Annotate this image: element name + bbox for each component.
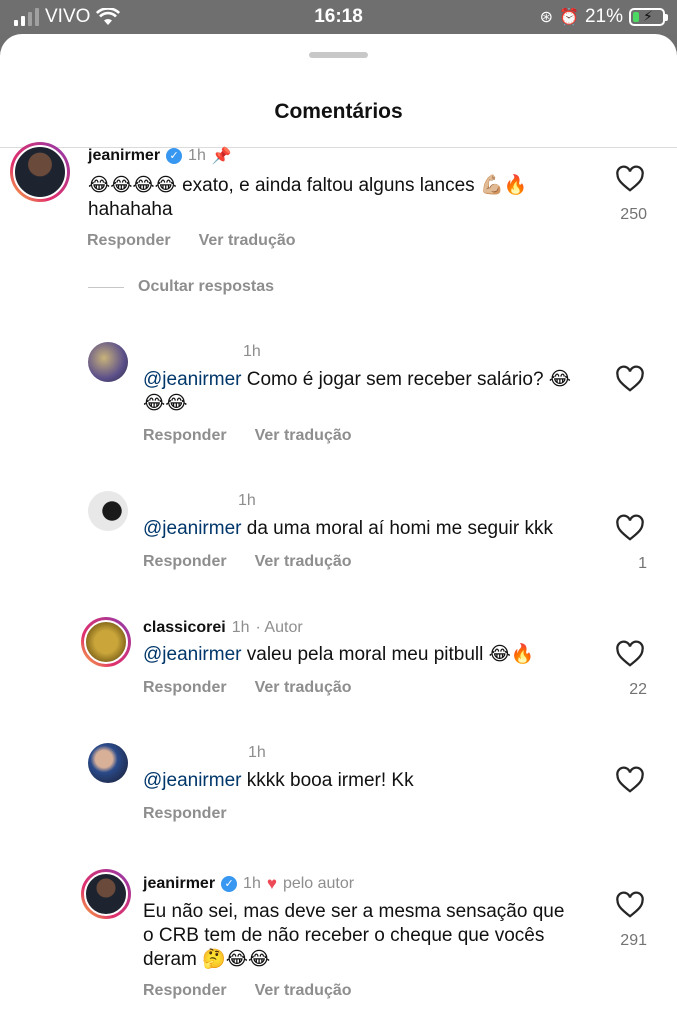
heart-icon[interactable]	[615, 364, 645, 394]
avatar[interactable]	[10, 142, 70, 202]
hide-replies-button[interactable]: Ocultar respostas	[88, 278, 274, 296]
comment-actions: Responder	[143, 805, 227, 823]
comment-body: valeu pela moral meu pitbull 😂🔥	[241, 644, 535, 665]
comment-time: 1h	[238, 492, 256, 509]
reply-button[interactable]: Responder	[87, 232, 171, 250]
like-count: 291	[620, 932, 647, 949]
comment-time: 1h	[231, 619, 250, 636]
verified-icon: ✓	[221, 876, 238, 892]
like-count: 1	[638, 555, 647, 572]
heart-icon[interactable]	[615, 639, 645, 669]
comment-meta: 1h	[238, 492, 256, 510]
comment-text: @jeanirmer Como é jogar sem receber salá…	[143, 368, 583, 416]
heart-icon[interactable]	[615, 164, 645, 194]
comment-time: 1h	[243, 875, 261, 892]
avatar[interactable]	[81, 869, 131, 919]
sheet-title: Comentários	[274, 100, 403, 123]
comment-meta: jeanirmer ✓ 1h ♥ pelo autor	[143, 874, 354, 894]
heart-icon[interactable]	[615, 765, 645, 795]
comment-text: 😂😂😂😂 exato, e ainda faltou alguns lances…	[88, 175, 528, 220]
translate-button[interactable]: Ver tradução	[199, 232, 296, 250]
reply-button[interactable]: Responder	[143, 427, 227, 445]
avatar[interactable]	[88, 491, 128, 531]
comment-time: 1h	[248, 744, 266, 761]
comment-actions: Responder Ver tradução	[143, 553, 352, 571]
comment-actions: Responder Ver tradução	[143, 427, 352, 445]
mention-link[interactable]: @jeanirmer	[143, 369, 241, 390]
hide-replies-label: Ocultar respostas	[138, 278, 275, 295]
comment-meta: classicorei 1h · Autor	[143, 619, 303, 637]
comment-time: 1h	[188, 147, 206, 164]
liked-heart-icon: ♥	[266, 874, 277, 893]
comment-time: 1h	[243, 343, 261, 360]
comment-text: @jeanirmer valeu pela moral meu pitbull …	[143, 643, 583, 667]
comment-actions: Responder Ver tradução	[143, 982, 352, 1000]
avatar[interactable]	[81, 617, 131, 667]
comment-body: kkkk booa irmer! Kk	[241, 770, 414, 791]
heart-icon[interactable]	[615, 890, 645, 920]
comment-text: @jeanirmer kkkk booa irmer! Kk	[143, 769, 583, 793]
alarm-icon: ⏰	[559, 9, 579, 26]
translate-button[interactable]: Ver tradução	[255, 679, 352, 697]
reply-button[interactable]: Responder	[143, 982, 227, 1000]
reply-button[interactable]: Responder	[143, 805, 227, 823]
rotation-lock-icon: ⊛	[539, 9, 554, 26]
username[interactable]: classicorei	[143, 619, 226, 637]
battery-percent: 21%	[584, 6, 623, 27]
avatar[interactable]	[88, 342, 128, 382]
divider-line	[88, 286, 124, 288]
username[interactable]: jeanirmer	[88, 147, 160, 165]
sheet-grabber[interactable]	[309, 52, 368, 58]
mention-link[interactable]: @jeanirmer	[143, 770, 241, 791]
like-count: 250	[620, 206, 647, 223]
comment-meta: 1h	[243, 343, 261, 361]
verified-icon: ✓	[166, 148, 183, 164]
status-bar: VIVO 16:18 ⊛ ⏰ 21% ⚡	[0, 0, 677, 34]
comment-actions: Responder Ver tradução	[143, 679, 352, 697]
translate-button[interactable]: Ver tradução	[255, 982, 352, 1000]
comment-actions: Responder Ver tradução	[87, 232, 296, 250]
like-count: 22	[629, 681, 647, 698]
avatar[interactable]	[88, 743, 128, 783]
reply-button[interactable]: Responder	[143, 679, 227, 697]
battery-icon: ⚡	[629, 8, 668, 26]
comment-body: da uma moral aí homi me seguir kkk	[241, 518, 553, 539]
mention-link[interactable]: @jeanirmer	[143, 644, 241, 665]
heart-icon[interactable]	[615, 513, 645, 543]
pin-icon: 📌	[211, 148, 232, 165]
status-right: ⊛ ⏰ 21% ⚡	[539, 6, 668, 28]
username[interactable]: jeanirmer	[143, 875, 215, 893]
comments-sheet: Comentários jeanirmer ✓ 1h 📌 😂😂😂😂 exato,…	[0, 34, 677, 1024]
translate-button[interactable]: Ver tradução	[255, 427, 352, 445]
translate-button[interactable]: Ver tradução	[255, 553, 352, 571]
comment-text: Eu não sei, mas deve ser a mesma sensaçã…	[143, 901, 565, 970]
liked-by-author-label: pelo autor	[282, 875, 355, 892]
battery-fill	[633, 12, 639, 22]
comment-meta: 1h	[248, 744, 266, 762]
reply-button[interactable]: Responder	[143, 553, 227, 571]
charging-icon: ⚡	[643, 8, 653, 24]
comment-text: @jeanirmer da uma moral aí homi me segui…	[143, 517, 583, 541]
mention-link[interactable]: @jeanirmer	[143, 518, 241, 539]
author-badge: · Autor	[255, 619, 303, 636]
comment-meta: jeanirmer ✓ 1h 📌	[88, 146, 232, 166]
